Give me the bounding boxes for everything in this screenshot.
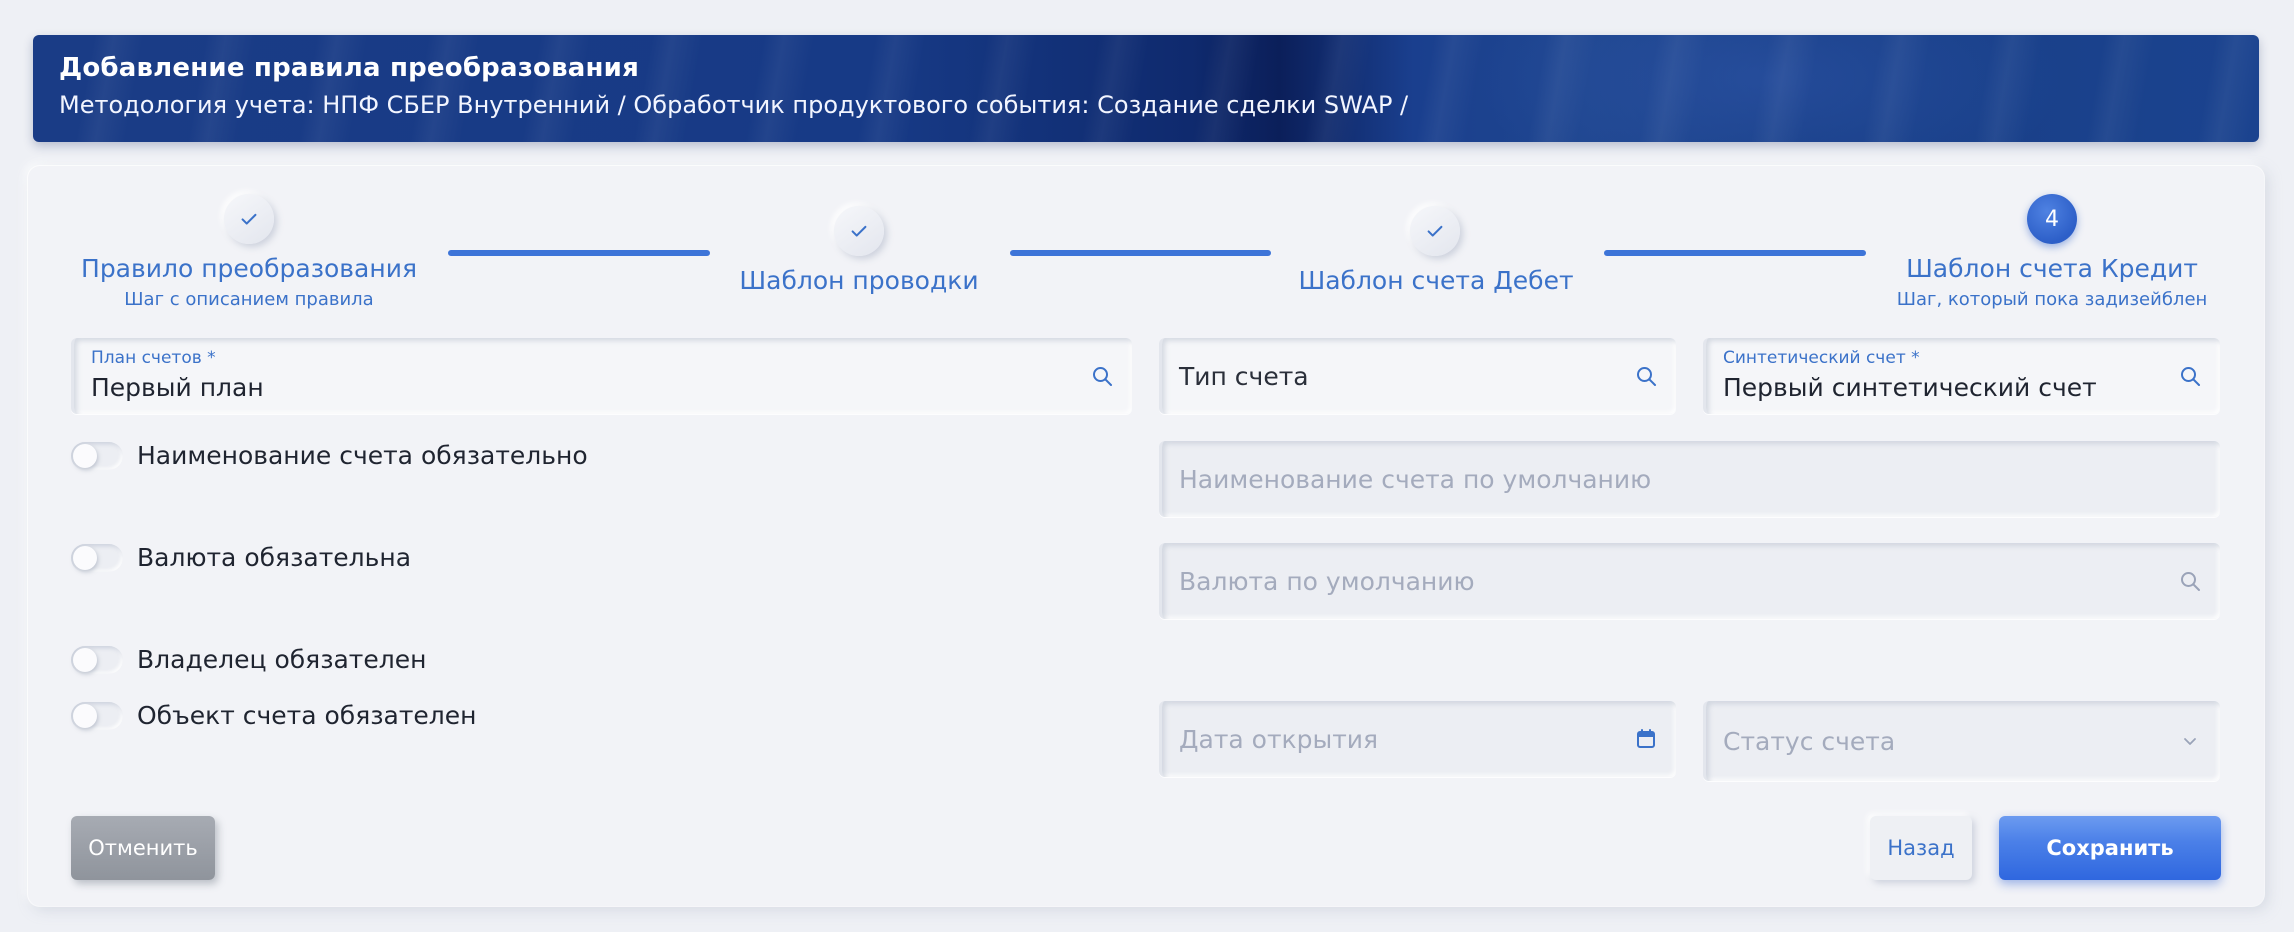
account-status-placeholder: Статус счета <box>1723 726 1896 756</box>
account-status-select[interactable]: Статус счета <box>1703 701 2220 781</box>
step-1-check-circle[interactable] <box>224 194 274 244</box>
step-2-check-circle[interactable] <box>834 206 884 256</box>
opening-date-placeholder: Дата открытия <box>1179 724 1379 754</box>
step-2-title[interactable]: Шаблон проводки <box>739 266 978 295</box>
step-4-subtitle: Шаг, который пока задизейблен <box>1896 289 2208 310</box>
step-1-title[interactable]: Правило преобразования <box>81 254 417 283</box>
name-required-toggle[interactable] <box>71 441 123 470</box>
toggle-knob <box>73 443 97 468</box>
toggle-knob <box>73 703 97 728</box>
object-required-toggle[interactable] <box>71 701 123 730</box>
synthetic-account-value: Первый синтетический счет <box>1723 373 2097 402</box>
owner-required-label: Владелец обязателен <box>137 645 427 674</box>
step-3-title[interactable]: Шаблон счета Дебет <box>1298 266 1573 295</box>
default-account-name-field[interactable]: Наименование счета по умолчанию <box>1159 441 2220 517</box>
default-currency-placeholder: Валюта по умолчанию <box>1179 566 1475 596</box>
currency-required-toggle[interactable] <box>71 543 123 572</box>
calendar-icon[interactable] <box>1634 727 1658 751</box>
cancel-button[interactable]: Отменить <box>71 816 215 880</box>
check-icon <box>1427 225 1443 237</box>
currency-required-label: Валюта обязательна <box>137 543 412 572</box>
step-3-check-circle[interactable] <box>1410 206 1460 256</box>
save-button[interactable]: Сохранить <box>1999 816 2221 880</box>
search-icon[interactable] <box>1090 364 1114 388</box>
default-account-name-placeholder: Наименование счета по умолчанию <box>1179 464 1652 494</box>
step-4-number: 4 <box>2045 206 2059 232</box>
step-4-number-circle[interactable]: 4 <box>2027 194 2077 244</box>
owner-required-toggle[interactable] <box>71 645 123 674</box>
account-type-placeholder: Тип счета <box>1179 361 1309 391</box>
opening-date-field[interactable]: Дата открытия <box>1159 701 1676 777</box>
step-connector-1 <box>448 250 710 256</box>
search-icon[interactable] <box>2178 364 2202 388</box>
step-4-title[interactable]: Шаблон счета Кредит <box>1906 254 2198 283</box>
check-icon <box>851 225 867 237</box>
name-required-toggle-row[interactable]: Наименование счета обязательно <box>71 441 588 470</box>
chart-of-accounts-label: План счетов * <box>91 348 216 368</box>
chart-of-accounts-value: Первый план <box>91 373 264 402</box>
synthetic-account-label: Синтетический счет * <box>1723 348 1920 368</box>
chevron-down-icon[interactable] <box>2178 729 2202 753</box>
back-button[interactable]: Назад <box>1870 816 1972 880</box>
owner-required-toggle-row[interactable]: Владелец обязателен <box>71 645 426 674</box>
step-connector-2 <box>1010 250 1271 256</box>
toggle-knob <box>73 545 97 570</box>
chart-of-accounts-field[interactable]: План счетов * Первый план <box>71 338 1132 414</box>
toggle-knob <box>73 647 97 672</box>
object-required-toggle-row[interactable]: Объект счета обязателен <box>71 701 477 730</box>
synthetic-account-field[interactable]: Синтетический счет * Первый синтетически… <box>1703 338 2220 414</box>
name-required-label: Наименование счета обязательно <box>137 441 588 470</box>
currency-required-toggle-row[interactable]: Валюта обязательна <box>71 543 411 572</box>
page-header: Добавление правила преобразования Методо… <box>33 35 2259 142</box>
default-currency-field[interactable]: Валюта по умолчанию <box>1159 543 2220 619</box>
object-required-label: Объект счета обязателен <box>137 701 477 730</box>
breadcrumb: Методология учета: НПФ СБЕР Внутренний /… <box>59 91 1409 119</box>
account-type-field[interactable]: Тип счета <box>1159 338 1676 414</box>
page-title: Добавление правила преобразования <box>59 53 639 83</box>
step-connector-3 <box>1604 250 1866 256</box>
check-icon <box>241 213 257 225</box>
step-1-subtitle: Шаг с описанием правила <box>124 289 374 310</box>
search-icon[interactable] <box>2178 569 2202 593</box>
search-icon[interactable] <box>1634 364 1658 388</box>
